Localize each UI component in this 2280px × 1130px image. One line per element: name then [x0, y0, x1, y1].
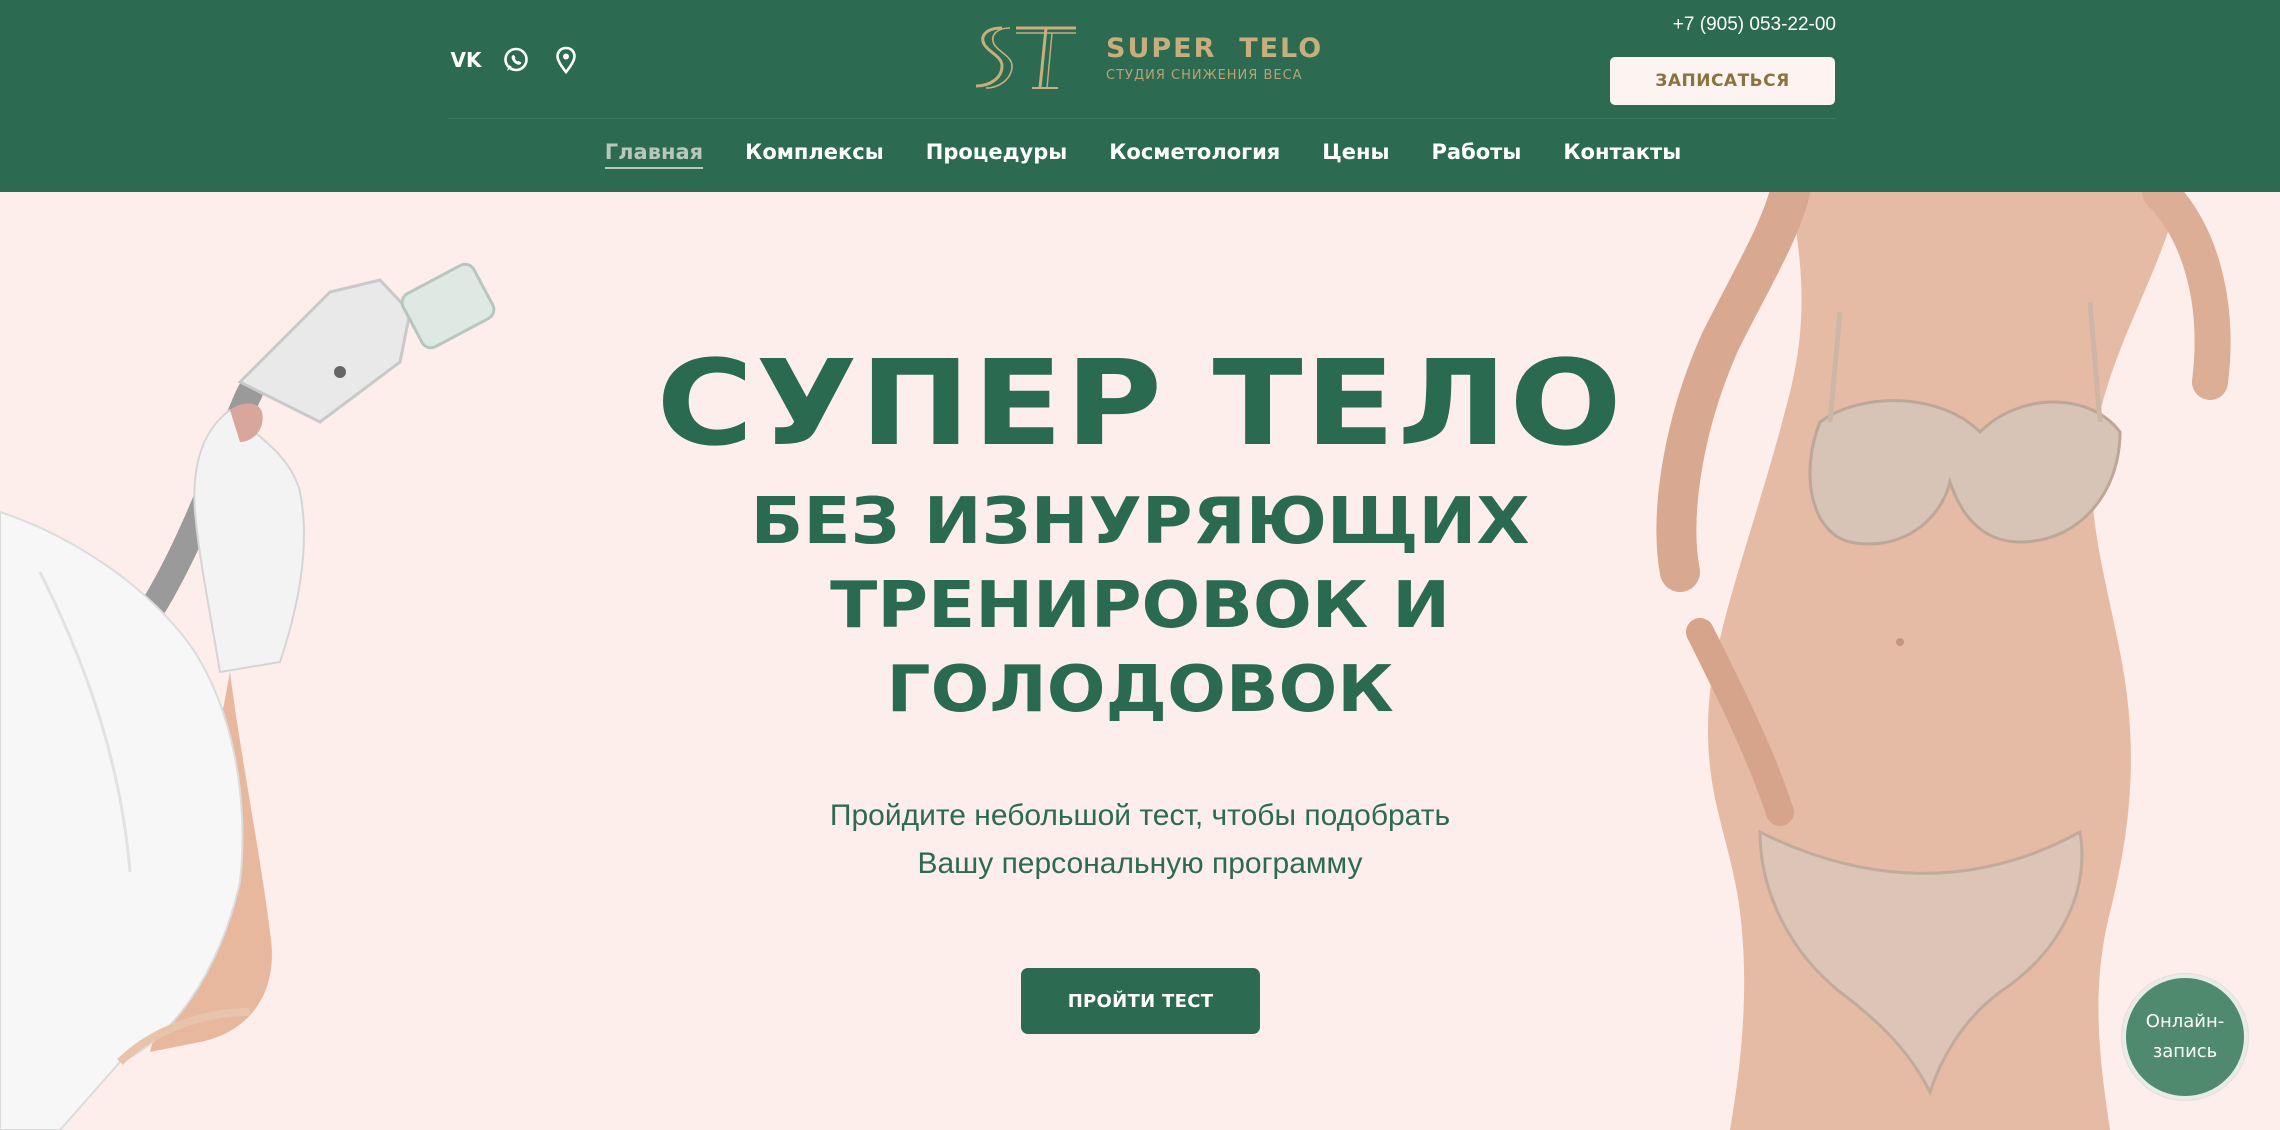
main-nav: Главная Комплексы Процедуры Косметология…: [0, 140, 2280, 169]
online-booking-widget[interactable]: Онлайн- запись: [2122, 974, 2248, 1100]
brand-logo[interactable]: SUPER TELO СТУДИЯ СНИЖЕНИЯ ВЕСА: [972, 22, 1323, 94]
site-header: VK SUPER TELO СТУДИЯ СНИЖЕНИЯ ВЕСА +7 (9…: [0, 0, 2280, 192]
nav-item-cosmetology[interactable]: Косметология: [1109, 140, 1280, 169]
hero-subtitle: БЕЗ ИЗНУРЯЮЩИХ ТРЕНИРОВОК И ГОЛОДОВОК: [0, 480, 2280, 732]
nav-item-procedures[interactable]: Процедуры: [926, 140, 1068, 169]
hero-subtitle-line: БЕЗ ИЗНУРЯЮЩИХ: [750, 485, 1530, 559]
signup-button[interactable]: ЗАПИСАТЬСЯ: [1610, 57, 1835, 105]
hero-lead-text: Пройдите небольшой тест, чтобы подобрать…: [0, 792, 2280, 888]
lead-line: Вашу персональную программу: [917, 847, 1363, 880]
hero-title: СУПЕР ТЕЛО: [656, 334, 1625, 472]
header-top: VK SUPER TELO СТУДИЯ СНИЖЕНИЯ ВЕСА +7 (9…: [0, 0, 2280, 118]
widget-line: запись: [2152, 1041, 2218, 1062]
vk-label: VK: [450, 48, 482, 72]
hero-subtitle-line: ТРЕНИРОВОК И: [830, 569, 1451, 643]
hero-subtitle-line: ГОЛОДОВОК: [886, 653, 1394, 727]
header-divider: [448, 118, 1836, 119]
logo-text: SUPER TELO СТУДИЯ СНИЖЕНИЯ ВЕСА: [1106, 33, 1323, 83]
nav-item-contacts[interactable]: Контакты: [1563, 140, 1681, 169]
logo-name: SUPER TELO: [1106, 33, 1324, 64]
vk-icon[interactable]: VK: [450, 46, 482, 74]
phone-number[interactable]: +7 (905) 053-22-00: [1660, 14, 1836, 36]
nav-item-prices[interactable]: Цены: [1322, 140, 1389, 169]
logo-subtitle: СТУДИЯ СНИЖЕНИЯ ВЕСА: [1106, 68, 1303, 83]
take-test-button[interactable]: ПРОЙТИ ТЕСТ: [1021, 968, 1260, 1034]
nav-item-complexes[interactable]: Комплексы: [745, 140, 884, 169]
nav-item-home[interactable]: Главная: [604, 140, 704, 169]
nav-item-works[interactable]: Работы: [1432, 140, 1522, 169]
social-links: VK: [450, 46, 580, 74]
widget-line: Онлайн-: [2145, 1011, 2225, 1032]
whatsapp-icon[interactable]: [502, 46, 530, 74]
lead-line: Пройдите небольшой тест, чтобы подобрать: [829, 799, 1451, 832]
map-pin-icon[interactable]: [552, 46, 580, 74]
logo-mark-icon: [975, 26, 1076, 89]
hero-section: СУПЕР ТЕЛО БЕЗ ИЗНУРЯЮЩИХ ТРЕНИРОВОК И Г…: [0, 192, 2280, 1130]
